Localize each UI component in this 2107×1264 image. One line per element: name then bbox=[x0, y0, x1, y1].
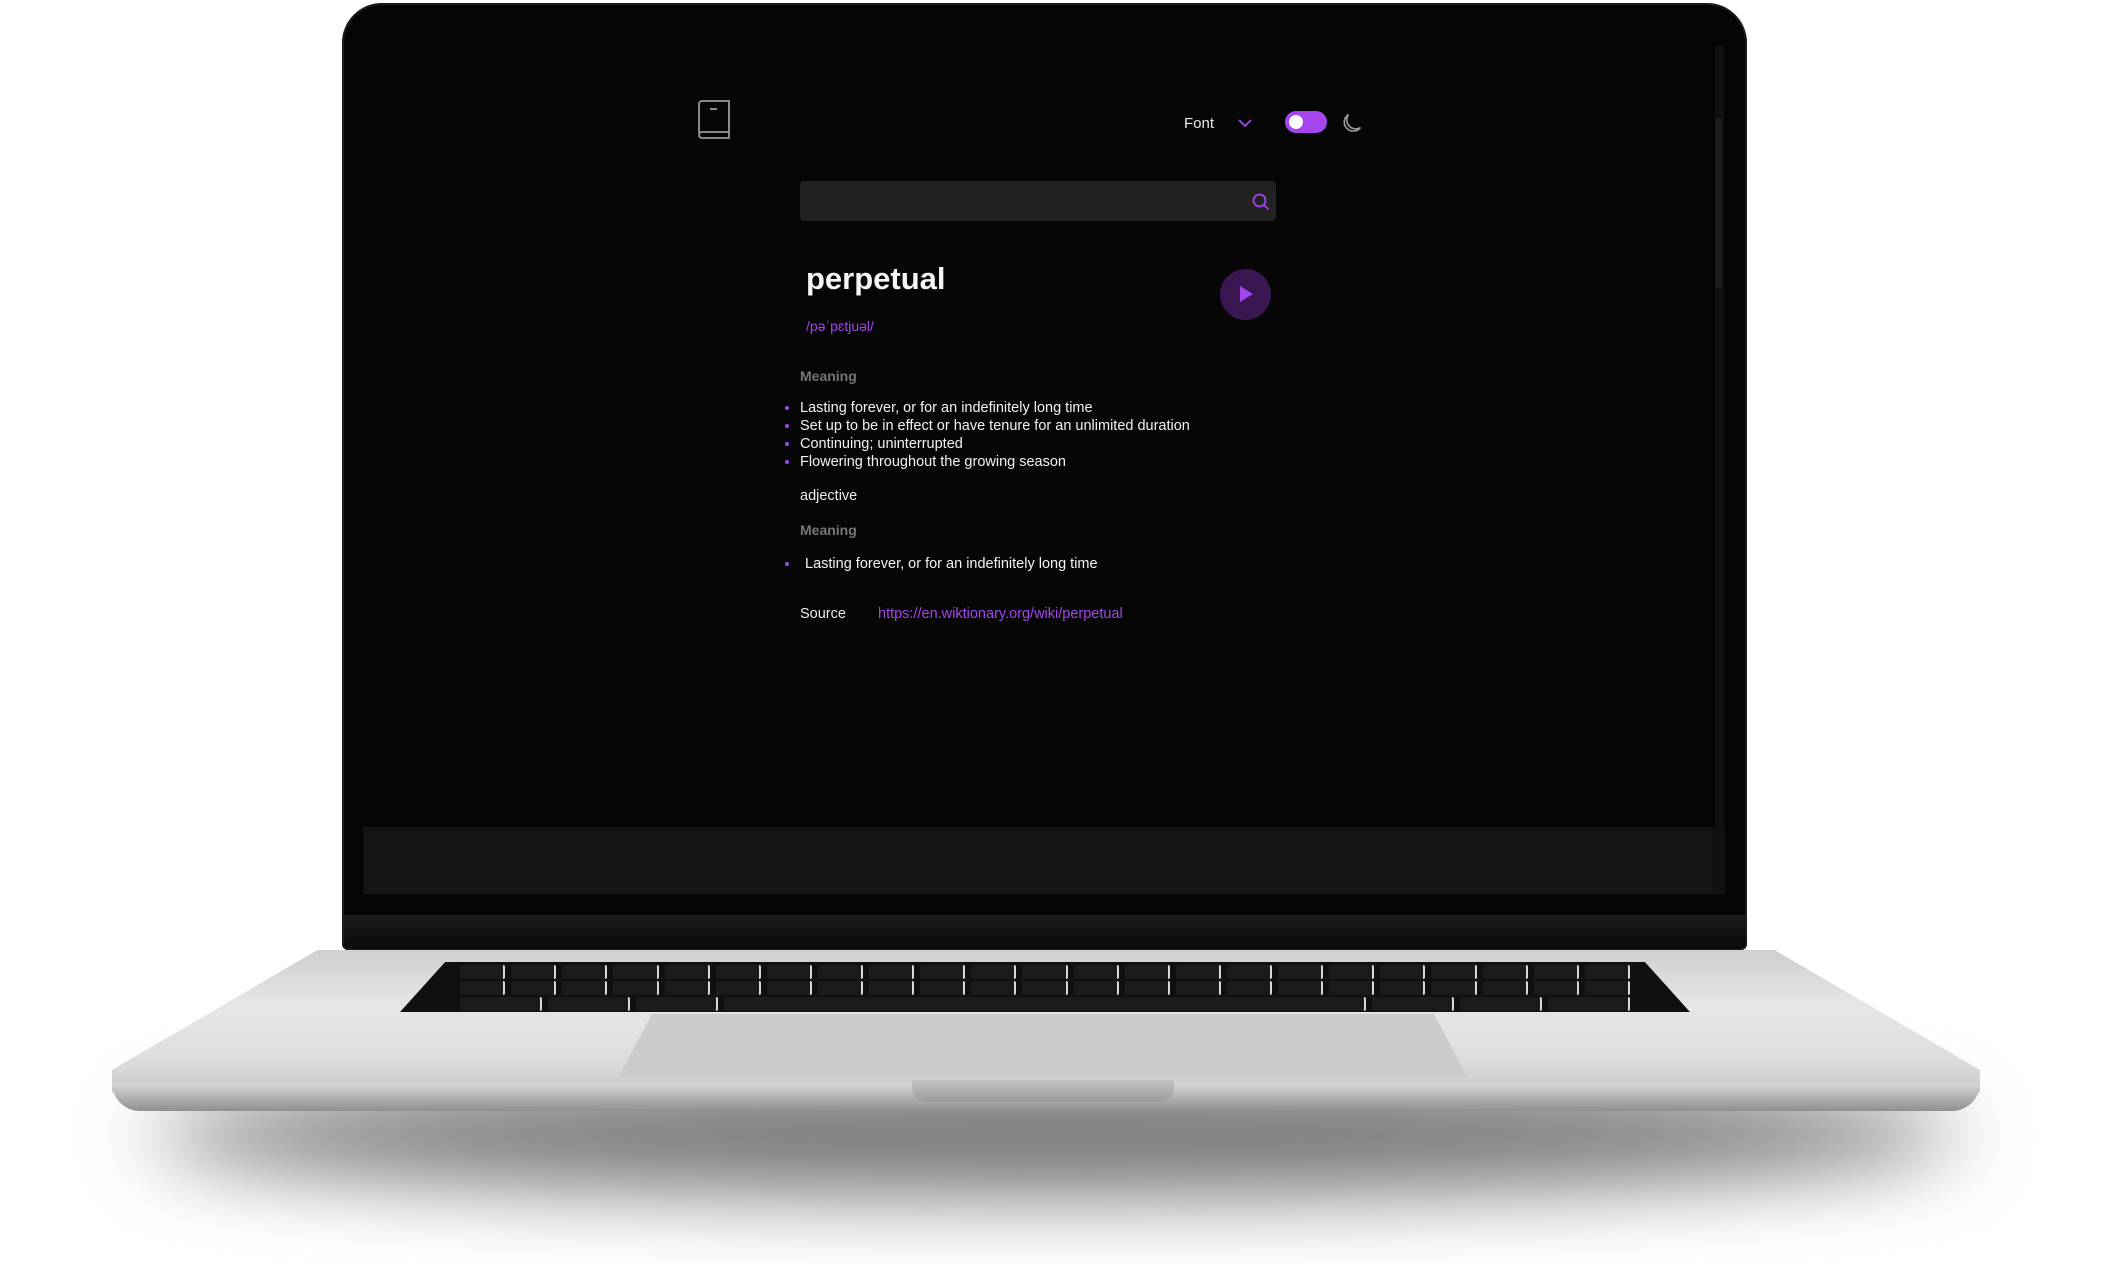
source-label: Source bbox=[800, 606, 846, 622]
chevron-down-icon bbox=[1238, 119, 1252, 128]
meaning-heading: Meaning bbox=[800, 522, 857, 538]
moon-icon bbox=[1343, 113, 1362, 132]
definition-item: Flowering throughout the growing season bbox=[785, 453, 1190, 471]
definition-text: Set up to be in effect or have tenure fo… bbox=[800, 418, 1190, 434]
bullet bbox=[785, 562, 789, 566]
source-link[interactable]: https://en.wiktionary.org/wiki/perpetual bbox=[878, 606, 1123, 622]
definition-item: Continuing; uninterrupted bbox=[785, 435, 1190, 453]
page-scrollbar-thumb[interactable] bbox=[1714, 118, 1722, 288]
laptop-front-notch bbox=[912, 1080, 1174, 1102]
font-select[interactable]: Font bbox=[1184, 110, 1254, 136]
laptop-keyboard bbox=[400, 962, 1690, 1012]
phonetic-text: /pəˈpɛtjuəl/ bbox=[806, 318, 874, 334]
play-audio-button[interactable] bbox=[1220, 269, 1271, 320]
laptop-trackpad bbox=[618, 1014, 1468, 1078]
toggle-knob bbox=[1289, 115, 1303, 129]
definition-text: Flowering throughout the growing season bbox=[800, 454, 1066, 470]
definition-text: Lasting forever, or for an indefinitely … bbox=[805, 556, 1098, 572]
laptop-hinge bbox=[344, 915, 1746, 949]
search-icon[interactable] bbox=[1252, 193, 1270, 211]
bullet bbox=[785, 406, 789, 410]
search-box bbox=[800, 181, 1276, 221]
bullet bbox=[785, 442, 789, 446]
part-of-speech: adjective bbox=[800, 488, 858, 504]
font-select-label: Font bbox=[1184, 114, 1215, 132]
theme-toggle[interactable] bbox=[1285, 111, 1327, 133]
bullet bbox=[785, 460, 789, 464]
book-icon[interactable] bbox=[697, 100, 731, 140]
meaning-heading: Meaning bbox=[800, 368, 857, 384]
screen-footer-bar bbox=[363, 826, 1725, 894]
definition-item: Lasting forever, or for an indefinitely … bbox=[785, 555, 1098, 573]
definition-text: Lasting forever, or for an indefinitely … bbox=[800, 400, 1093, 416]
definition-list: Lasting forever, or for an indefinitely … bbox=[785, 555, 1098, 573]
definition-item: Lasting forever, or for an indefinitely … bbox=[785, 399, 1190, 417]
play-icon bbox=[1240, 286, 1253, 302]
definition-list: Lasting forever, or for an indefinitely … bbox=[785, 399, 1190, 471]
bullet bbox=[785, 424, 789, 428]
definition-text: Continuing; uninterrupted bbox=[800, 436, 963, 452]
search-input[interactable] bbox=[800, 181, 1276, 221]
word-title: perpetual bbox=[806, 261, 946, 296]
definition-item: Set up to be in effect or have tenure fo… bbox=[785, 417, 1190, 435]
screen: Font perpetual /pəˈpɛtjuəl/ Meaning Last… bbox=[360, 46, 1715, 827]
